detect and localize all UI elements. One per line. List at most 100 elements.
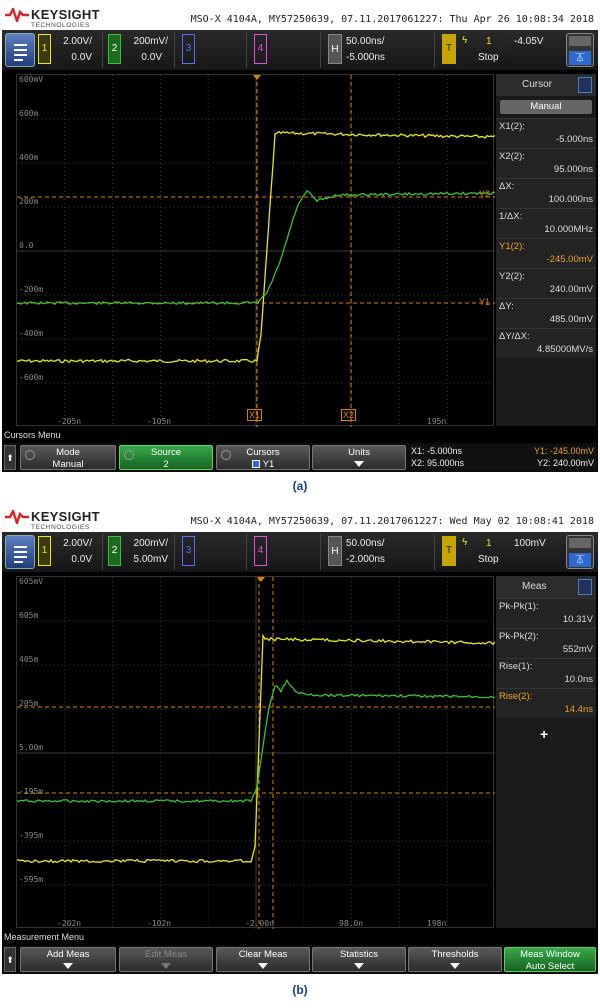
readout-x2: X2: 95.000ns	[411, 458, 465, 468]
measurement-row: Rise(2): 14.4ns	[496, 688, 596, 718]
arrow-down-icon	[217, 961, 309, 972]
ch2-scale: 200mV/	[133, 36, 168, 47]
measurement-value: 10.31V	[562, 614, 593, 625]
acquire-button[interactable]: ⏄	[566, 33, 594, 67]
waveform-icon: ⏄	[569, 51, 591, 65]
main-menu-button[interactable]	[5, 33, 35, 67]
y-label: -195m	[19, 787, 44, 796]
instrument-header: MSO-X 4104A, MY57250639, 07.11.201706122…	[190, 516, 594, 527]
add-measurement-icon[interactable]: +	[540, 726, 548, 742]
channel-4-button[interactable]: 4	[254, 34, 267, 64]
channel-4-button[interactable]: 4	[254, 536, 267, 566]
channel-3-button[interactable]: 3	[182, 536, 195, 566]
horizontal-scale: 50.00ns/	[346, 36, 385, 47]
horizontal-button[interactable]: H	[328, 536, 342, 566]
waveform-grid[interactable]: 605mV 605m 405m 205m 5.00m -195m -395m -…	[16, 576, 495, 929]
softkey-mode[interactable]: Mode Manual	[20, 445, 116, 470]
softkey-meas-window[interactable]: Meas Window Auto Select	[504, 947, 596, 972]
main-menu-button[interactable]	[5, 535, 35, 569]
softkey-label: Clear Meas	[238, 949, 288, 960]
softkey-value-text: Y1	[262, 459, 275, 470]
softkey-value: Manual	[52, 459, 84, 470]
channel-3-button[interactable]: 3	[182, 34, 195, 64]
back-button[interactable]: ⬆	[4, 445, 16, 470]
readout-y1: Y1: -245.00mV	[533, 446, 594, 456]
x-label: -2.00n	[245, 919, 274, 928]
trigger-button[interactable]: T	[442, 34, 456, 64]
ch2-offset: 5.00mV	[133, 554, 168, 565]
cursor-row-label: ΔX:	[499, 181, 515, 192]
x-label: 195n	[427, 417, 447, 426]
horizontal-button[interactable]: H	[328, 34, 342, 64]
cursor-row-label: Y2(2):	[499, 271, 525, 282]
x2-cursor-marker[interactable]: X2	[341, 409, 357, 421]
softkey-bar: ⬆ Add Meas Edit Meas Clear Meas Statisti…	[2, 945, 598, 974]
keysight-logo: KEYSIGHT TECHNOLOGIES	[5, 507, 125, 535]
softkey-add-meas[interactable]: Add Meas	[20, 947, 116, 972]
y-label: 600m	[19, 109, 39, 118]
softkey-label: Mode	[56, 447, 80, 458]
x1-cursor-marker[interactable]: X1	[247, 409, 263, 421]
brand-sub: TECHNOLOGIES	[31, 22, 90, 29]
horizontal-scale: 50.00ns/	[346, 538, 385, 549]
cursor-panel: Cursor Manual X1(2): -5.000ns X2(2): 95.00…	[496, 74, 596, 426]
scope-display: 1 2.00V/ 0.0V 2 200mV/ 5.00mV 3 4 H 50.0…	[2, 532, 598, 974]
y-label: 200m	[19, 197, 39, 206]
ch1-offset: 0.0V	[71, 554, 92, 565]
trigger-edge-icon: ϟ	[462, 35, 468, 46]
cursor-row-label: X1(2):	[499, 121, 525, 132]
softkey-source[interactable]: Source 2	[119, 445, 213, 470]
y-label: -400m	[19, 329, 44, 338]
arrow-down-icon	[21, 961, 115, 972]
softkey-units[interactable]: Units	[312, 445, 406, 470]
brand-sub: TECHNOLOGIES	[31, 524, 90, 531]
caption-a: (a)	[292, 479, 308, 493]
softkey-label: Edit Meas	[144, 949, 188, 960]
y-label: 205m	[19, 699, 39, 708]
measurement-row: Pk-Pk(1): 10.31V	[496, 598, 596, 628]
y2-cursor-marker[interactable]: Y2	[479, 189, 490, 199]
softkey-statistics[interactable]: Statistics	[312, 947, 406, 972]
y-label: -595m	[19, 875, 44, 884]
measurement-label: Rise(1):	[499, 661, 533, 672]
arrow-down-icon	[313, 961, 405, 972]
waveform-plot	[17, 577, 495, 929]
measurement-panel-title: Meas	[496, 576, 596, 598]
cursor-row-label: ΔY/ΔX:	[499, 331, 530, 342]
trigger-button[interactable]: T	[442, 536, 456, 566]
caption-b: (b)	[292, 983, 308, 997]
y1-selected-icon	[251, 460, 260, 469]
y-label: -395m	[19, 831, 44, 840]
softkey-cursors[interactable]: Cursors Y1	[216, 445, 310, 470]
arrow-down-icon	[409, 961, 501, 972]
horizontal-delay: -5.000ns	[346, 52, 385, 63]
softkey-value: Y1	[217, 459, 309, 470]
cursor-row: X2(2): 95.000ns	[496, 148, 596, 178]
trigger-position-marker	[253, 75, 261, 80]
softkey-edit-meas[interactable]: Edit Meas	[119, 947, 213, 972]
cursor-row-label: Y1(2):	[499, 241, 525, 252]
acquire-button[interactable]: ⏄	[566, 535, 594, 569]
panel-menu-icon[interactable]	[578, 579, 592, 595]
cursor-row: ΔY/ΔX: 4.85000MV/s	[496, 328, 596, 358]
softkey-label: Statistics	[339, 949, 378, 960]
y-label: 0.0	[19, 241, 34, 250]
cursor-mode-badge[interactable]: Manual	[500, 100, 592, 114]
cursor-row-label: 1/ΔX:	[499, 211, 523, 222]
waveform-grid[interactable]: 600mV 600m 400m 200m 0.0 -200m -400m -60…	[16, 74, 495, 427]
y-label: 605mV	[19, 577, 44, 586]
softkey-clear-meas[interactable]: Clear Meas	[216, 947, 310, 972]
ch2-scale: 200mV/	[133, 538, 168, 549]
back-button[interactable]: ⬆	[4, 947, 16, 972]
x-label: 198n	[427, 919, 447, 928]
horizontal-delay: -2.000ns	[346, 554, 385, 565]
cursor-row-value: 485.00mV	[549, 314, 593, 325]
x-label: -205n	[57, 417, 82, 426]
y1-cursor-marker[interactable]: Y1	[479, 297, 490, 307]
softkey-thresholds[interactable]: Thresholds	[408, 947, 502, 972]
y-label: 5.00m	[19, 743, 44, 752]
y-label: 600mV	[19, 75, 44, 84]
y-label: -200m	[19, 285, 44, 294]
cursor-readout: X1: -5.000ns X2: 95.000ns Y1: -245.00mV …	[409, 445, 596, 470]
panel-menu-icon[interactable]	[578, 77, 592, 93]
